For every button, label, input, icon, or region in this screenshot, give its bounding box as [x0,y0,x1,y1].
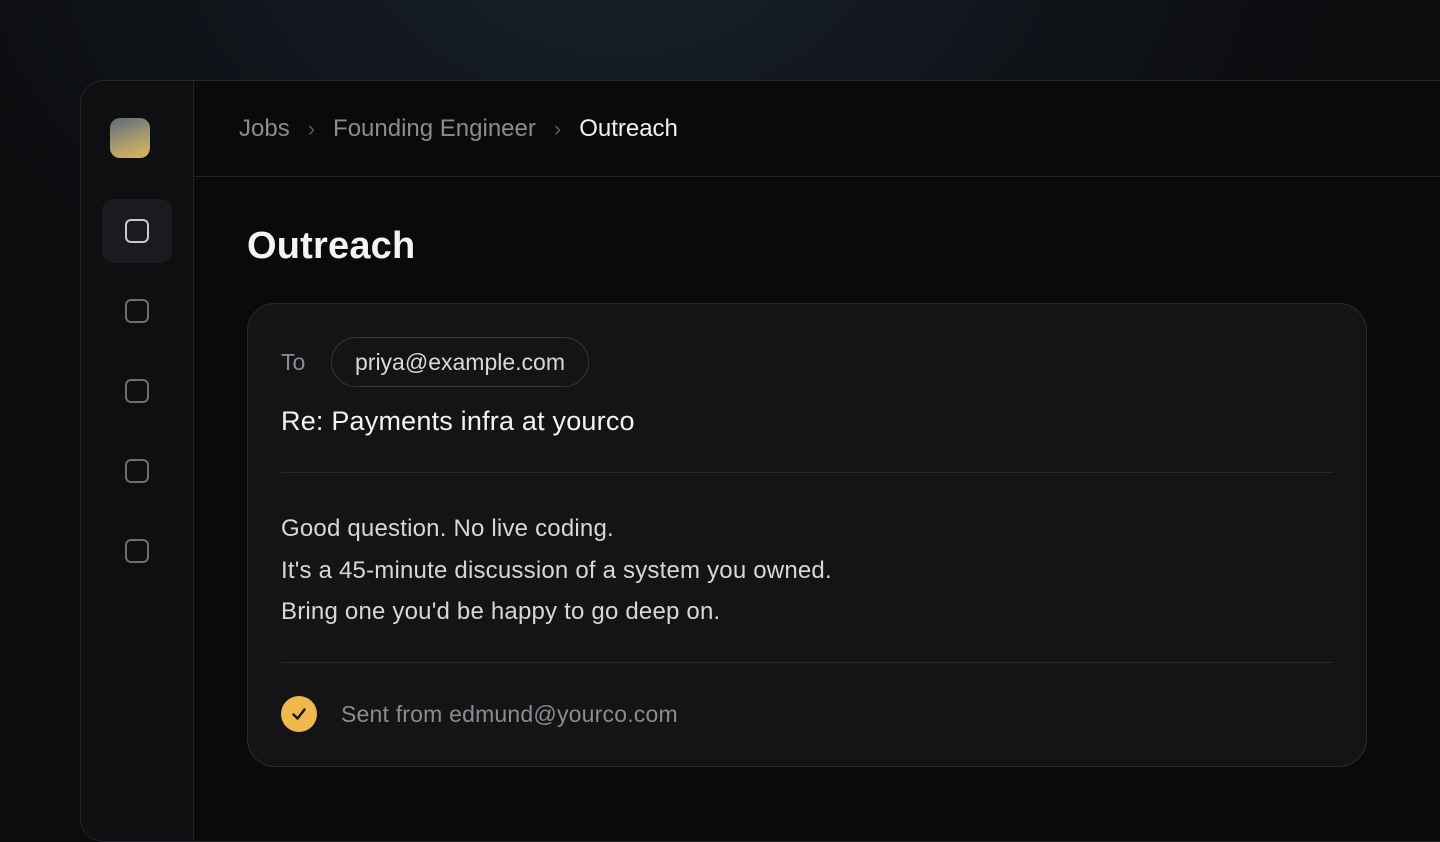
to-label: To [281,348,306,375]
breadcrumb: Jobs › Founding Engineer › Outreach [194,81,1440,177]
square-icon [125,299,149,323]
recipient-row: To priya@example.com [281,337,589,387]
email-body-line: It's a 45-minute discussion of a system … [281,556,832,584]
square-icon [125,219,149,243]
square-icon [125,539,149,563]
recipient-chip[interactable]: priya@example.com [331,337,589,387]
chevron-right-icon: › [553,115,562,141]
sidebar-item-5[interactable] [102,519,172,583]
sent-status: Sent from edmund@yourco.com [281,696,678,732]
check-circle-icon [281,696,317,732]
email-body-line: Good question. No live coding. [281,515,614,542]
sidebar-item-3[interactable] [102,359,172,423]
app-logo[interactable] [110,118,150,158]
sidebar [81,81,194,841]
breadcrumb-item-current: Outreach [579,114,678,142]
email-body-line: Bring one you'd be happy to go deep on. [281,598,721,625]
sidebar-item-4[interactable] [102,439,172,503]
divider [281,472,1333,473]
email-body: Good question. No live coding. It's a 45… [281,508,832,633]
email-subject: Re: Payments infra at yourco [281,406,635,436]
app-window: Jobs › Founding Engineer › Outreach Outr… [80,80,1440,842]
sent-status-text: Sent from edmund@yourco.com [341,700,678,727]
email-card: To priya@example.com Re: Payments infra … [247,303,1367,767]
breadcrumb-item-jobs[interactable]: Jobs [239,115,290,143]
divider [281,662,1333,663]
breadcrumb-item-founding-engineer[interactable]: Founding Engineer [333,115,536,143]
page-title: Outreach [247,225,416,267]
sidebar-item-1[interactable] [102,199,172,263]
square-icon [125,459,149,483]
square-icon [125,379,149,403]
chevron-right-icon: › [307,115,316,141]
sidebar-item-2[interactable] [102,279,172,343]
